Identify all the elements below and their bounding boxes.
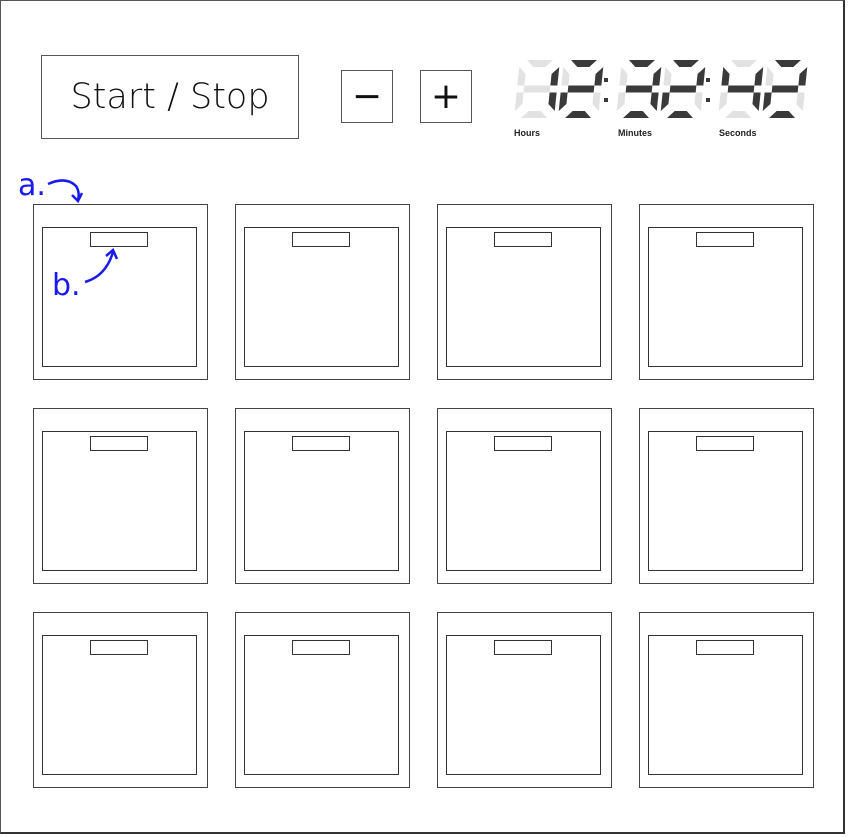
minutes-tens-digit-segment-e (616, 92, 626, 111)
seconds-ones-digit-segment-g (771, 85, 799, 93)
colon-1-dot (604, 98, 608, 102)
cell-inner-panel (446, 227, 601, 367)
hours-ones-digit-segment-e (558, 92, 568, 111)
colon-1-dot (604, 78, 608, 82)
cell-label-slot (494, 640, 552, 655)
seconds-ones-digit-segment-c (796, 92, 805, 111)
minutes-ones-digit-segment-a (673, 60, 699, 67)
cell-inner-panel (244, 635, 399, 775)
minutes-tens-digit-segment-c (650, 92, 659, 111)
minutes-label: Minutes (618, 128, 653, 138)
grid-cell[interactable] (235, 612, 410, 788)
hours-tens-digit-segment-b (550, 67, 560, 86)
minutes-ones-digit-segment-b (696, 67, 706, 86)
cell-label-slot (90, 436, 148, 451)
cell-label-slot (696, 232, 754, 247)
annotation-b-arrow-icon (84, 247, 119, 284)
hours-tens-digit-segment-e (514, 92, 524, 111)
seconds-ones-digit-segment-a (775, 60, 801, 67)
cell-label-slot (696, 436, 754, 451)
cell-inner-panel (244, 431, 399, 571)
hours-label: Hours (514, 128, 541, 138)
annotation-a-arrow-icon (47, 179, 84, 204)
seconds-tens-digit-segment-e (718, 92, 728, 111)
seconds-tens-digit-segment-a (731, 60, 757, 67)
grid-cell[interactable] (33, 408, 208, 584)
cell-inner-panel (648, 227, 803, 367)
cell-inner-panel (446, 431, 601, 571)
hours-ones-digit-segment-b (594, 67, 604, 86)
cell-inner-panel (648, 431, 803, 571)
grid-cell[interactable] (639, 612, 814, 788)
cell-label-slot (494, 232, 552, 247)
clock-digits (514, 60, 808, 118)
colon-2-dot (706, 78, 710, 82)
hours-ones-digit-segment-c (592, 92, 601, 111)
seconds-ones-digit-segment-b (798, 67, 808, 86)
grid-cell[interactable] (235, 204, 410, 380)
hours-ones-digit-segment-f (561, 67, 570, 86)
minutes-tens-digit-segment-b (652, 67, 662, 86)
cell-inner-panel (42, 431, 197, 571)
hours-tens-digit-segment-g (523, 85, 551, 93)
colon-2-dot (706, 98, 710, 102)
grid-cell[interactable] (33, 612, 208, 788)
cell-label-slot (292, 640, 350, 655)
minutes-tens-digit-segment-d (623, 111, 649, 118)
cell-label-slot (494, 436, 552, 451)
hours-ones-digit-segment-d (565, 111, 591, 118)
start-stop-button[interactable]: Start / Stop (41, 55, 299, 139)
hours-ones-digit-segment-g (567, 85, 595, 93)
hours-ones-digit-segment-a (571, 60, 597, 67)
grid-cell[interactable] (437, 204, 612, 380)
decrement-button[interactable]: − (341, 70, 393, 123)
cell-label-slot (90, 640, 148, 655)
grid-cell[interactable] (437, 408, 612, 584)
grid-cell[interactable] (639, 204, 814, 380)
grid-cell[interactable] (639, 408, 814, 584)
cell-inner-panel (244, 227, 399, 367)
minutes-ones-digit-segment-c (694, 92, 703, 111)
hours-tens-digit-segment-a (527, 60, 553, 67)
minutes-tens-digit-segment-a (629, 60, 655, 67)
minutes-tens-digit-segment-f (619, 67, 628, 86)
seconds-tens-digit-segment-f (721, 67, 730, 86)
seconds-tens-digit-segment-d (725, 111, 751, 118)
cell-inner-panel (648, 635, 803, 775)
seconds-tens-digit-segment-c (752, 92, 761, 111)
annotation-b-label: b. (52, 268, 81, 303)
seconds-ones-digit-segment-d (769, 111, 795, 118)
increment-button[interactable]: + (420, 70, 472, 123)
seconds-ones-digit-segment-f (765, 67, 774, 86)
cell-label-slot (292, 436, 350, 451)
cell-label-slot (696, 640, 754, 655)
seconds-tens-digit-segment-g (727, 85, 755, 93)
grid-cell[interactable] (235, 408, 410, 584)
annotation-a-label: a. (18, 168, 46, 203)
seconds-tens-digit-segment-b (754, 67, 764, 86)
hours-tens-digit-segment-c (548, 92, 557, 111)
seconds-ones-digit-segment-e (762, 92, 772, 111)
minutes-ones-digit-segment-e (660, 92, 670, 111)
digital-clock: Hours Minutes Seconds (512, 56, 808, 146)
minutes-ones-digit-segment-g (669, 85, 697, 93)
minutes-tens-digit-segment-g (625, 85, 653, 93)
minutes-ones-digit-segment-f (663, 67, 672, 86)
cell-inner-panel (446, 635, 601, 775)
minutes-ones-digit-segment-d (667, 111, 693, 118)
seconds-label: Seconds (719, 128, 757, 138)
hours-tens-digit-segment-d (521, 111, 547, 118)
cell-label-slot (90, 232, 148, 247)
grid-cell[interactable] (437, 612, 612, 788)
cell-label-slot (292, 232, 350, 247)
cell-inner-panel (42, 635, 197, 775)
hours-tens-digit-segment-f (517, 67, 526, 86)
